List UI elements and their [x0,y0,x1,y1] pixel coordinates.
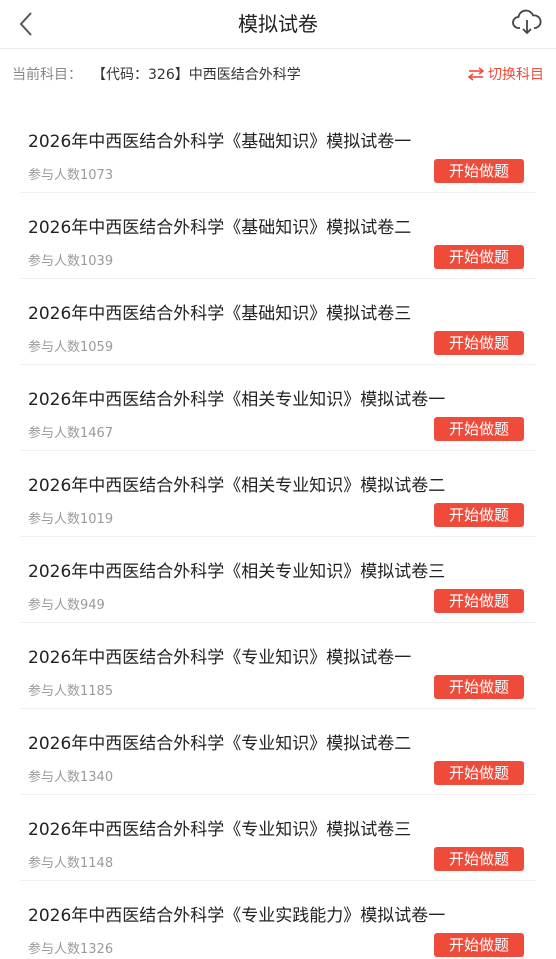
list-item[interactable]: 2026年中西医结合外科学《专业实践能力》模拟试卷一 参与人数1326 开始做题 [20,881,536,959]
participant-count: 参与人数1467 [28,426,114,441]
paper-title: 2026年中西医结合外科学《基础知识》模拟试卷一 [28,132,412,152]
paper-title: 2026年中西医结合外科学《基础知识》模拟试卷三 [28,304,412,324]
start-button[interactable]: 开始做题 [434,245,524,269]
download-button[interactable] [510,6,544,38]
list-item[interactable]: 2026年中西医结合外科学《专业知识》模拟试卷一 参与人数1185 开始做题 [20,623,536,709]
start-button[interactable]: 开始做题 [434,331,524,355]
page-title: 模拟试卷 [238,12,318,36]
paper-list: 2026年中西医结合外科学《基础知识》模拟试卷一 参与人数1073 开始做题 2… [0,107,556,959]
paper-title: 2026年中西医结合外科学《相关专业知识》模拟试卷一 [28,390,446,410]
list-item[interactable]: 2026年中西医结合外科学《基础知识》模拟试卷三 参与人数1059 开始做题 [20,279,536,365]
list-item[interactable]: 2026年中西医结合外科学《专业知识》模拟试卷三 参与人数1148 开始做题 [20,795,536,881]
list-item[interactable]: 2026年中西医结合外科学《专业知识》模拟试卷二 参与人数1340 开始做题 [20,709,536,795]
start-button[interactable]: 开始做题 [434,503,524,527]
back-button[interactable] [10,6,42,42]
participant-count: 参与人数1326 [28,942,114,957]
start-button[interactable]: 开始做题 [434,417,524,441]
paper-title: 2026年中西医结合外科学《专业知识》模拟试卷三 [28,820,412,840]
participant-count: 参与人数1019 [28,512,114,527]
participant-count: 参与人数949 [28,598,105,613]
list-item[interactable]: 2026年中西医结合外科学《基础知识》模拟试卷一 参与人数1073 开始做题 [20,107,536,193]
start-button[interactable]: 开始做题 [434,675,524,699]
paper-title: 2026年中西医结合外科学《相关专业知识》模拟试卷二 [28,476,446,496]
participant-count: 参与人数1340 [28,770,114,785]
start-button[interactable]: 开始做题 [434,761,524,785]
participant-count: 参与人数1148 [28,856,114,871]
participant-count: 参与人数1185 [28,684,114,699]
paper-title: 2026年中西医结合外科学《专业知识》模拟试卷二 [28,734,412,754]
top-bar: 模拟试卷 [0,0,556,49]
paper-title: 2026年中西医结合外科学《相关专业知识》模拟试卷三 [28,562,446,582]
list-item[interactable]: 2026年中西医结合外科学《相关专业知识》模拟试卷二 参与人数1019 开始做题 [20,451,536,537]
paper-title: 2026年中西医结合外科学《基础知识》模拟试卷二 [28,218,412,238]
paper-title: 2026年中西医结合外科学《专业实践能力》模拟试卷一 [28,906,446,926]
start-button[interactable]: 开始做题 [434,589,524,613]
current-subject-label: 当前科目： [12,67,82,83]
participant-count: 参与人数1039 [28,254,114,269]
swap-arrows-icon [468,67,484,81]
participant-count: 参与人数1073 [28,168,114,183]
start-button[interactable]: 开始做题 [434,159,524,183]
switch-subject-label: 切换科目 [488,67,544,83]
list-item[interactable]: 2026年中西医结合外科学《基础知识》模拟试卷二 参与人数1039 开始做题 [20,193,536,279]
cloud-download-icon [512,9,542,35]
list-item[interactable]: 2026年中西医结合外科学《相关专业知识》模拟试卷一 参与人数1467 开始做题 [20,365,536,451]
current-subject-bar: 当前科目： 【代码：326】中西医结合外科学 切换科目 [0,49,556,99]
list-item[interactable]: 2026年中西医结合外科学《相关专业知识》模拟试卷三 参与人数949 开始做题 [20,537,536,623]
paper-title: 2026年中西医结合外科学《专业知识》模拟试卷一 [28,648,412,668]
chevron-left-icon [19,12,32,36]
switch-subject-button[interactable]: 切换科目 [468,49,544,99]
start-button[interactable]: 开始做题 [434,933,524,957]
current-subject-name: 【代码：326】中西医结合外科学 [92,67,301,83]
participant-count: 参与人数1059 [28,340,114,355]
start-button[interactable]: 开始做题 [434,847,524,871]
